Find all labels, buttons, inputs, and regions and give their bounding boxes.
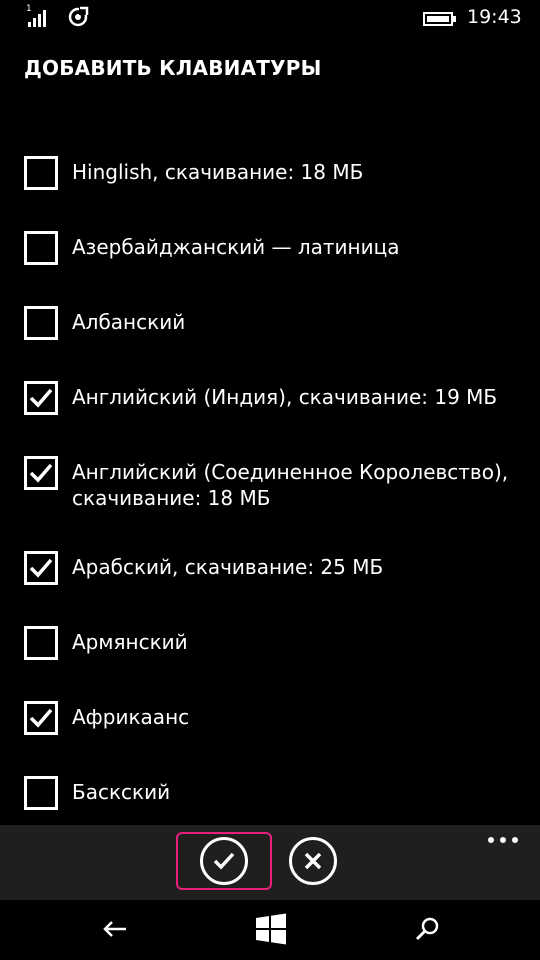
more-options-icon: [512, 837, 518, 843]
accept-button[interactable]: [200, 837, 248, 885]
list-item-label: Английский (Индия), скачивание: 19 МБ: [72, 385, 498, 409]
cancel-button[interactable]: [289, 837, 337, 885]
page-title: ДОБАВИТЬ КЛАВИАТУРЫ: [24, 56, 322, 80]
checkbox[interactable]: [24, 776, 58, 810]
checkmark-icon: [29, 558, 53, 578]
checkmark-icon: [29, 708, 53, 728]
list-item-label: Английский (Соединенное Королевство), ск…: [72, 460, 509, 510]
checkbox[interactable]: [24, 456, 58, 490]
back-arrow-icon[interactable]: [100, 914, 130, 944]
search-icon[interactable]: [412, 914, 442, 944]
checkbox[interactable]: [24, 701, 58, 735]
navigation-bar: [0, 900, 540, 960]
more-options-button[interactable]: [486, 835, 520, 845]
sim-indicator: 1: [26, 4, 32, 14]
more-options-icon: [500, 837, 506, 843]
screen: 1 19:43 ДОБАВИТЬ КЛАВИАТУРЫ Hinglish, ск…: [0, 0, 540, 960]
wifi-icon: [68, 6, 89, 27]
status-bar: 1 19:43: [0, 0, 540, 36]
windows-logo-icon[interactable]: [254, 912, 288, 946]
close-icon: [304, 852, 322, 870]
more-options-icon: [488, 837, 494, 843]
checkbox[interactable]: [24, 381, 58, 415]
app-bar: [0, 825, 540, 900]
checkbox[interactable]: [24, 551, 58, 585]
list-item-label: Африкаанс: [72, 705, 190, 729]
checkbox[interactable]: [24, 231, 58, 265]
checkbox[interactable]: [24, 156, 58, 190]
checkbox[interactable]: [24, 306, 58, 340]
list-item-label: Арабский, скачивание: 25 МБ: [72, 555, 384, 579]
battery-icon: [423, 12, 456, 26]
clock: 19:43: [467, 6, 522, 28]
checkbox[interactable]: [24, 626, 58, 660]
checkmark-icon: [29, 463, 53, 483]
list-item-label: Hinglish, скачивание: 18 МБ: [72, 160, 364, 184]
checkmark-icon: [213, 852, 235, 870]
list-item-label: Албанский: [72, 310, 186, 334]
list-item-label: Армянский: [72, 630, 188, 654]
list-item-label: Баскский: [72, 780, 171, 804]
list-item-label: Азербайджанский — латиница: [72, 235, 400, 259]
checkmark-icon: [29, 388, 53, 408]
